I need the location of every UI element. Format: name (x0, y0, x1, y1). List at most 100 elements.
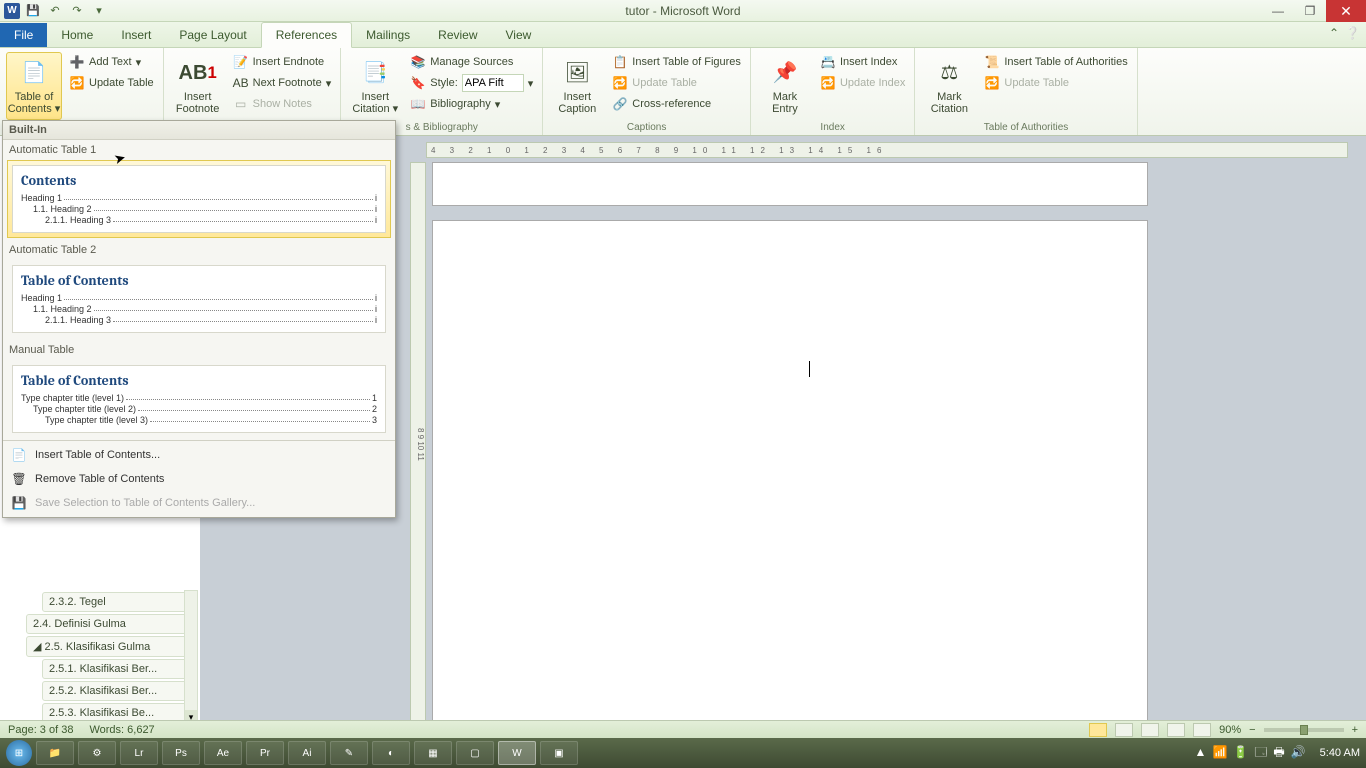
update-table-button[interactable]: 🔁Update Table (66, 73, 157, 93)
restore-button[interactable]: ❐ (1294, 0, 1326, 22)
table-of-contents-button[interactable]: 📄 Table of Contents ▾ (6, 52, 62, 120)
window-title: tutor - Microsoft Word (625, 4, 740, 18)
insert-toa-button[interactable]: 📜Insert Table of Authorities (981, 52, 1130, 72)
zoom-in-button[interactable]: + (1352, 724, 1358, 736)
toc-preview-line: 2.1.1. Heading 3i (21, 215, 377, 225)
insert-toc-menu-item[interactable]: 📄Insert Table of Contents... (3, 443, 395, 467)
word-app-icon[interactable]: W (4, 3, 20, 19)
tab-insert[interactable]: Insert (107, 23, 165, 47)
toc-preview-line: Heading 1i (21, 293, 377, 303)
gallery-item-title-auto2: Automatic Table 2 (3, 240, 395, 258)
insert-endnote-button[interactable]: 📝Insert Endnote (230, 52, 335, 72)
qat-customize-icon[interactable]: ▾ (90, 2, 108, 20)
nav-item[interactable]: 2.5.2. Klasifikasi Ber... (42, 681, 190, 701)
tray-icon[interactable]: 🔋 (1233, 745, 1248, 759)
endnote-icon: 📝 (233, 54, 249, 70)
tray-icon[interactable]: ▲ (1195, 745, 1207, 759)
word-count[interactable]: Words: 6,627 (89, 724, 154, 736)
zoom-out-button[interactable]: − (1249, 724, 1255, 736)
minimize-button[interactable]: — (1262, 0, 1294, 22)
cross-reference-button[interactable]: 🔗Cross-reference (609, 94, 744, 114)
ribbon-minimize-icon[interactable]: ⌃ (1329, 26, 1339, 40)
nav-scrollbar[interactable]: ▾ (184, 590, 198, 725)
save-icon[interactable]: 💾 (24, 2, 42, 20)
tab-view[interactable]: View (492, 23, 546, 47)
tab-references[interactable]: References (261, 22, 352, 48)
view-draft[interactable] (1193, 723, 1211, 737)
tab-review[interactable]: Review (424, 23, 491, 47)
taskbar-app[interactable]: ▦ (414, 741, 452, 765)
gallery-menu: 📄Insert Table of Contents... 🗑Remove Tab… (3, 440, 395, 517)
taskbar-app[interactable]: ⚙ (78, 741, 116, 765)
next-footnote-button[interactable]: ABNext Footnote ▾ (230, 73, 335, 93)
taskbar-app[interactable]: ◐ (372, 741, 410, 765)
zoom-thumb[interactable] (1300, 725, 1308, 735)
undo-icon[interactable]: ↶ (46, 2, 64, 20)
nav-item[interactable]: 2.3.2. Tegel (42, 592, 190, 612)
insert-index-button[interactable]: 📇Insert Index (817, 52, 908, 72)
tray-icon[interactable]: 🗔 (1254, 745, 1267, 759)
style-dropdown[interactable] (462, 74, 524, 92)
nav-item[interactable]: 2.5.1. Klasifikasi Ber... (42, 659, 190, 679)
toc-preview-line: Heading 1i (21, 193, 377, 203)
taskbar-app[interactable]: ✎ (330, 741, 368, 765)
taskbar-app[interactable]: Lr (120, 741, 158, 765)
tray-icon[interactable]: 🖶 (1273, 745, 1284, 759)
taskbar-app[interactable]: Pr (246, 741, 284, 765)
style-selector[interactable]: 🔖Style: ▾ (407, 73, 536, 93)
insert-table-of-figures-button[interactable]: 📋Insert Table of Figures (609, 52, 744, 72)
insert-citation-button[interactable]: 📑 Insert Citation ▾ (347, 52, 403, 120)
add-text-button[interactable]: ➕Add Text ▾ (66, 52, 157, 72)
update-toa-button: 🔁Update Table (981, 73, 1130, 93)
taskbar-app[interactable]: Ps (162, 741, 200, 765)
taskbar-app[interactable]: Ai (288, 741, 326, 765)
taskbar-app[interactable]: W (498, 741, 536, 765)
tab-mailings[interactable]: Mailings (352, 23, 424, 47)
mark-citation-button[interactable]: ⚖ Mark Citation (921, 52, 977, 120)
remove-toc-menu-item[interactable]: 🗑Remove Table of Contents (3, 467, 395, 491)
taskbar-app[interactable]: 📁 (36, 741, 74, 765)
help-icon[interactable]: ❔ (1345, 26, 1360, 40)
document-page[interactable] (432, 220, 1148, 726)
tab-page-layout[interactable]: Page Layout (165, 23, 260, 47)
tray-icon[interactable]: 🔊 (1291, 745, 1306, 759)
view-web-layout[interactable] (1141, 723, 1159, 737)
redo-icon[interactable]: ↷ (68, 2, 86, 20)
horizontal-ruler[interactable]: 4 3 2 1 0 1 2 3 4 5 6 7 8 9 10 11 12 13 … (426, 142, 1348, 158)
bibliography-button[interactable]: 📖Bibliography ▾ (407, 94, 536, 114)
save-selection-menu-item: 💾Save Selection to Table of Contents Gal… (3, 491, 395, 515)
view-full-screen[interactable] (1115, 723, 1133, 737)
nav-item[interactable]: ◢ 2.5. Klasifikasi Gulma (26, 636, 190, 657)
nav-item[interactable]: 2.4. Definisi Gulma (26, 614, 190, 634)
close-button[interactable]: ✕ (1326, 0, 1366, 22)
zoom-slider[interactable] (1264, 728, 1344, 732)
view-print-layout[interactable] (1089, 723, 1107, 737)
gallery-item-automatic-table-2[interactable]: Table of Contents Heading 1i1.1. Heading… (7, 260, 391, 338)
start-button[interactable]: ⊞ (6, 740, 32, 766)
file-tab[interactable]: File (0, 23, 47, 47)
insert-footnote-button[interactable]: AB1 Insert Footnote (170, 52, 226, 120)
tray-icon[interactable]: 📶 (1212, 745, 1227, 759)
gallery-item-automatic-table-1[interactable]: Contents Heading 1i1.1. Heading 2i2.1.1.… (7, 160, 391, 238)
manage-sources-icon: 📚 (410, 54, 426, 70)
taskbar-app[interactable]: ▣ (540, 741, 578, 765)
taskbar-app[interactable]: ▢ (456, 741, 494, 765)
page-indicator[interactable]: Page: 3 of 38 (8, 724, 73, 736)
remove-toc-icon: 🗑 (11, 471, 27, 487)
mark-entry-icon: 📌 (769, 57, 801, 89)
group-label-index: Index (757, 120, 908, 133)
view-outline[interactable] (1167, 723, 1185, 737)
page-previous-bottom[interactable] (432, 162, 1148, 206)
mark-entry-button[interactable]: 📌 Mark Entry (757, 52, 813, 120)
tab-home[interactable]: Home (47, 23, 107, 47)
taskbar-app[interactable]: Ae (204, 741, 242, 765)
zoom-level[interactable]: 90% (1219, 724, 1241, 736)
manage-sources-button[interactable]: 📚Manage Sources (407, 52, 536, 72)
vertical-ruler[interactable]: 8 9 10 11 (410, 162, 426, 726)
toc-preview-line: Type chapter title (level 3)3 (21, 415, 377, 425)
insert-caption-button[interactable]: 🖼 Insert Caption (549, 52, 605, 120)
toc-preview-line: 1.1. Heading 2i (21, 304, 377, 314)
gallery-item-manual-table[interactable]: Table of Contents Type chapter title (le… (7, 360, 391, 438)
clock[interactable]: 5:40 AM (1320, 747, 1360, 759)
toc-preview-line: Type chapter title (level 1)1 (21, 393, 377, 403)
